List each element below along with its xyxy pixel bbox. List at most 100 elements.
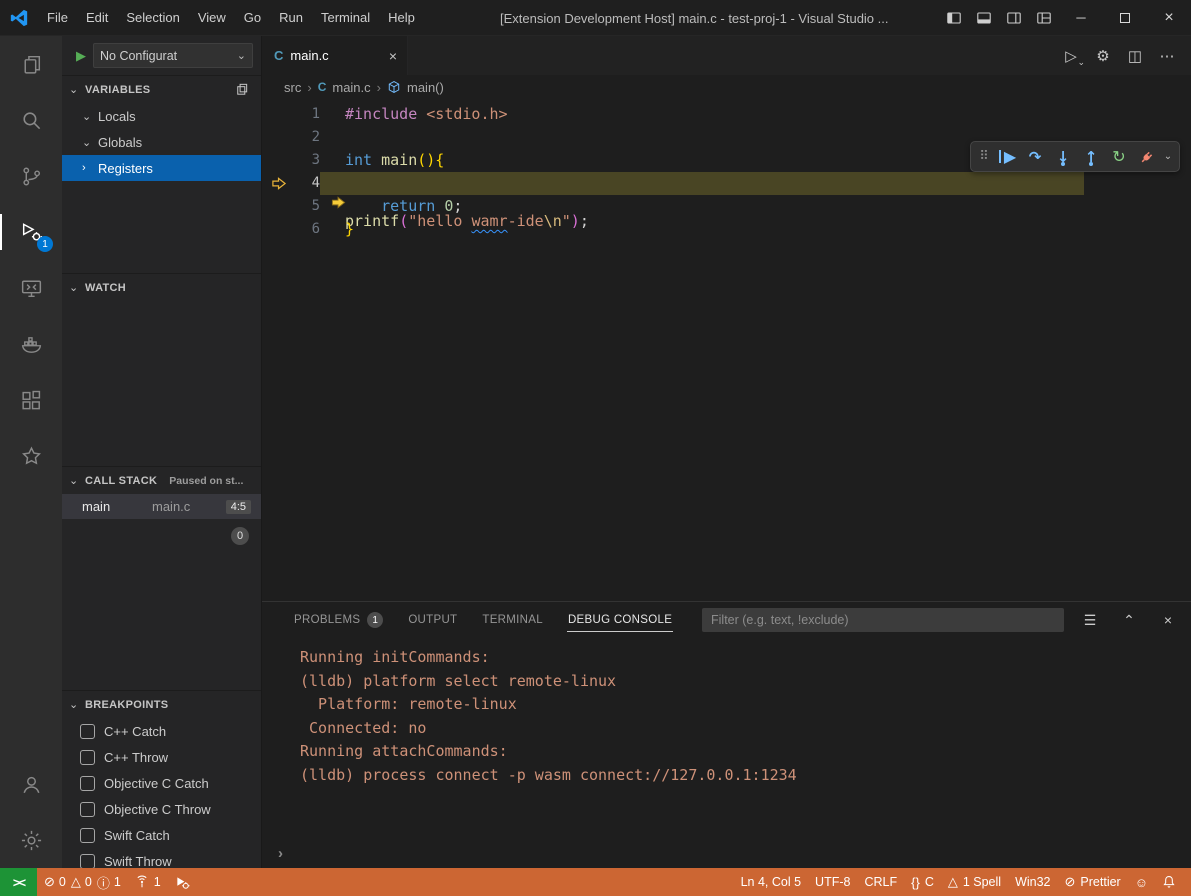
start-debugging-icon[interactable]: ▶ (76, 48, 86, 64)
cursor-position[interactable]: Ln 4, Col 5 (734, 868, 808, 896)
platform-status[interactable]: Win32 (1008, 868, 1057, 896)
maximize-panel-icon[interactable]: ⌃ (1116, 607, 1142, 633)
breadcrumb-file[interactable]: main.c (332, 80, 370, 95)
breakpoint-swift-throw[interactable]: Swift Throw (62, 848, 261, 868)
tree-item-globals[interactable]: ⌄ Globals (62, 129, 261, 155)
tab-terminal[interactable]: TERMINAL (476, 602, 549, 638)
filter-list-icon[interactable]: ☰ (1077, 607, 1103, 633)
close-tab-icon[interactable]: × (389, 48, 397, 64)
breakpoint-gutter[interactable] (262, 195, 298, 218)
breakpoint-objc-catch[interactable]: Objective C Catch (62, 770, 261, 796)
debug-console-output[interactable]: Running initCommands: (lldb) platform se… (262, 638, 1191, 868)
debug-configuration-dropdown[interactable]: No Configurat ⌄ (93, 43, 253, 68)
encoding-status[interactable]: UTF-8 (808, 868, 857, 896)
step-out-button[interactable]: ↑ (1077, 143, 1105, 170)
customize-layout-icon[interactable] (1029, 0, 1059, 35)
continue-button[interactable]: ▶ (993, 143, 1021, 170)
remote-indicator[interactable]: >< (0, 868, 37, 896)
tab-output[interactable]: OUTPUT (402, 602, 463, 638)
maximize-button[interactable] (1103, 0, 1147, 35)
checkbox-unchecked[interactable] (80, 750, 95, 765)
call-stack-header[interactable]: ⌄ CALL STACK Paused on st... (62, 467, 261, 494)
notifications-status[interactable] (1155, 868, 1183, 896)
settings-gear-icon[interactable] (0, 812, 62, 868)
code-editor[interactable]: ⠿ ▶ ↷ ↓ ↑ ↻ ⌄ 1 #include <stdio.h> (262, 99, 1191, 601)
copy-icon[interactable] (234, 82, 249, 97)
code-line[interactable]: 6 } (262, 218, 1191, 241)
language-mode[interactable]: {} C (904, 868, 941, 896)
spell-checker-status[interactable]: △ 1 Spell (941, 868, 1008, 896)
tab-main-c[interactable]: C main.c × (262, 36, 408, 75)
breakpoint-cpp-catch[interactable]: C++ Catch (62, 718, 261, 744)
stack-frame-row[interactable]: main main.c 4:5 (62, 494, 261, 519)
search-icon[interactable] (0, 92, 62, 148)
prettier-status[interactable]: ⊘ Prettier (1058, 868, 1128, 896)
code-line-current[interactable]: 4 printf("hello wamr-ide\n"); (262, 172, 1191, 195)
close-window-button[interactable]: × (1147, 0, 1191, 35)
checkbox-unchecked[interactable] (80, 802, 95, 817)
drag-grip-icon[interactable]: ⠿ (975, 143, 993, 170)
breakpoint-gutter[interactable] (262, 149, 298, 172)
code-text[interactable]: #include <stdio.h> (320, 103, 508, 126)
breakpoint-gutter[interactable] (262, 103, 298, 126)
eol-status[interactable]: CRLF (857, 868, 904, 896)
gear-icon[interactable]: ⚙ (1089, 42, 1117, 70)
code-text[interactable]: return 0; (320, 195, 462, 218)
minimize-button[interactable]: ─ (1059, 0, 1103, 35)
source-control-icon[interactable] (0, 148, 62, 204)
step-into-button[interactable]: ↓ (1049, 143, 1077, 170)
breakpoint-swift-catch[interactable]: Swift Catch (62, 822, 261, 848)
close-panel-icon[interactable]: × (1155, 607, 1181, 633)
breadcrumb-folder[interactable]: src (284, 80, 301, 95)
test-explorer-star-icon[interactable] (0, 428, 62, 484)
menu-edit[interactable]: Edit (77, 5, 117, 30)
breakpoints-header[interactable]: ⌄ BREAKPOINTS (62, 691, 261, 718)
chevron-down-icon[interactable]: ⌄ (1161, 151, 1175, 162)
run-and-debug-icon[interactable]: 1 (0, 204, 62, 260)
variables-header[interactable]: ⌄ VARIABLES (62, 76, 261, 103)
breakpoint-objc-throw[interactable]: Objective C Throw (62, 796, 261, 822)
feedback-status[interactable]: ☺ (1128, 868, 1155, 896)
toggle-sidebar-icon[interactable] (939, 0, 969, 35)
extensions-icon[interactable] (0, 372, 62, 428)
code-text[interactable] (320, 126, 345, 149)
tree-item-locals[interactable]: ⌄ Locals (62, 103, 261, 129)
more-actions-icon[interactable]: ⋯ (1153, 42, 1181, 70)
console-input-prompt[interactable]: › (278, 845, 283, 862)
menu-selection[interactable]: Selection (117, 5, 188, 30)
debug-status[interactable] (168, 868, 197, 896)
tab-debug-console[interactable]: DEBUG CONSOLE (562, 602, 678, 638)
watch-header[interactable]: ⌄ WATCH (62, 274, 261, 301)
menu-terminal[interactable]: Terminal (312, 5, 379, 30)
checkbox-unchecked[interactable] (80, 854, 95, 869)
remote-explorer-icon[interactable] (0, 260, 62, 316)
code-text[interactable]: printf("hello wamr-ide\n"); (320, 172, 1084, 195)
tree-item-registers[interactable]: › Registers (62, 155, 261, 181)
code-line[interactable]: 5 return 0; (262, 195, 1191, 218)
disconnect-button[interactable] (1133, 143, 1161, 170)
step-over-button[interactable]: ↷ (1021, 143, 1049, 170)
diagnostics-status[interactable]: ⊘0 △0 ⓘ1 (37, 868, 128, 896)
ports-status[interactable]: 1 (128, 868, 168, 896)
menu-file[interactable]: File (38, 5, 77, 30)
split-editor-icon[interactable]: ◫ (1121, 42, 1149, 70)
docker-icon[interactable] (0, 316, 62, 372)
tab-problems[interactable]: PROBLEMS 1 (288, 602, 389, 638)
menu-help[interactable]: Help (379, 5, 424, 30)
breakpoint-gutter[interactable] (262, 218, 298, 241)
toggle-panel-icon[interactable] (969, 0, 999, 35)
breakpoint-cpp-throw[interactable]: C++ Throw (62, 744, 261, 770)
current-frame-gutter-arrow-icon[interactable] (262, 172, 298, 195)
run-or-debug-button[interactable]: ▷ ⌄ (1057, 42, 1085, 70)
code-line[interactable]: 1 #include <stdio.h> (262, 103, 1191, 126)
menu-run[interactable]: Run (270, 5, 312, 30)
checkbox-unchecked[interactable] (80, 776, 95, 791)
menu-view[interactable]: View (189, 5, 235, 30)
console-filter-input[interactable] (702, 608, 1064, 632)
restart-button[interactable]: ↻ (1105, 143, 1133, 170)
explorer-icon[interactable] (0, 36, 62, 92)
code-text[interactable]: } (320, 218, 354, 241)
toggle-secondary-sidebar-icon[interactable] (999, 0, 1029, 35)
checkbox-unchecked[interactable] (80, 724, 95, 739)
breakpoint-gutter[interactable] (262, 126, 298, 149)
